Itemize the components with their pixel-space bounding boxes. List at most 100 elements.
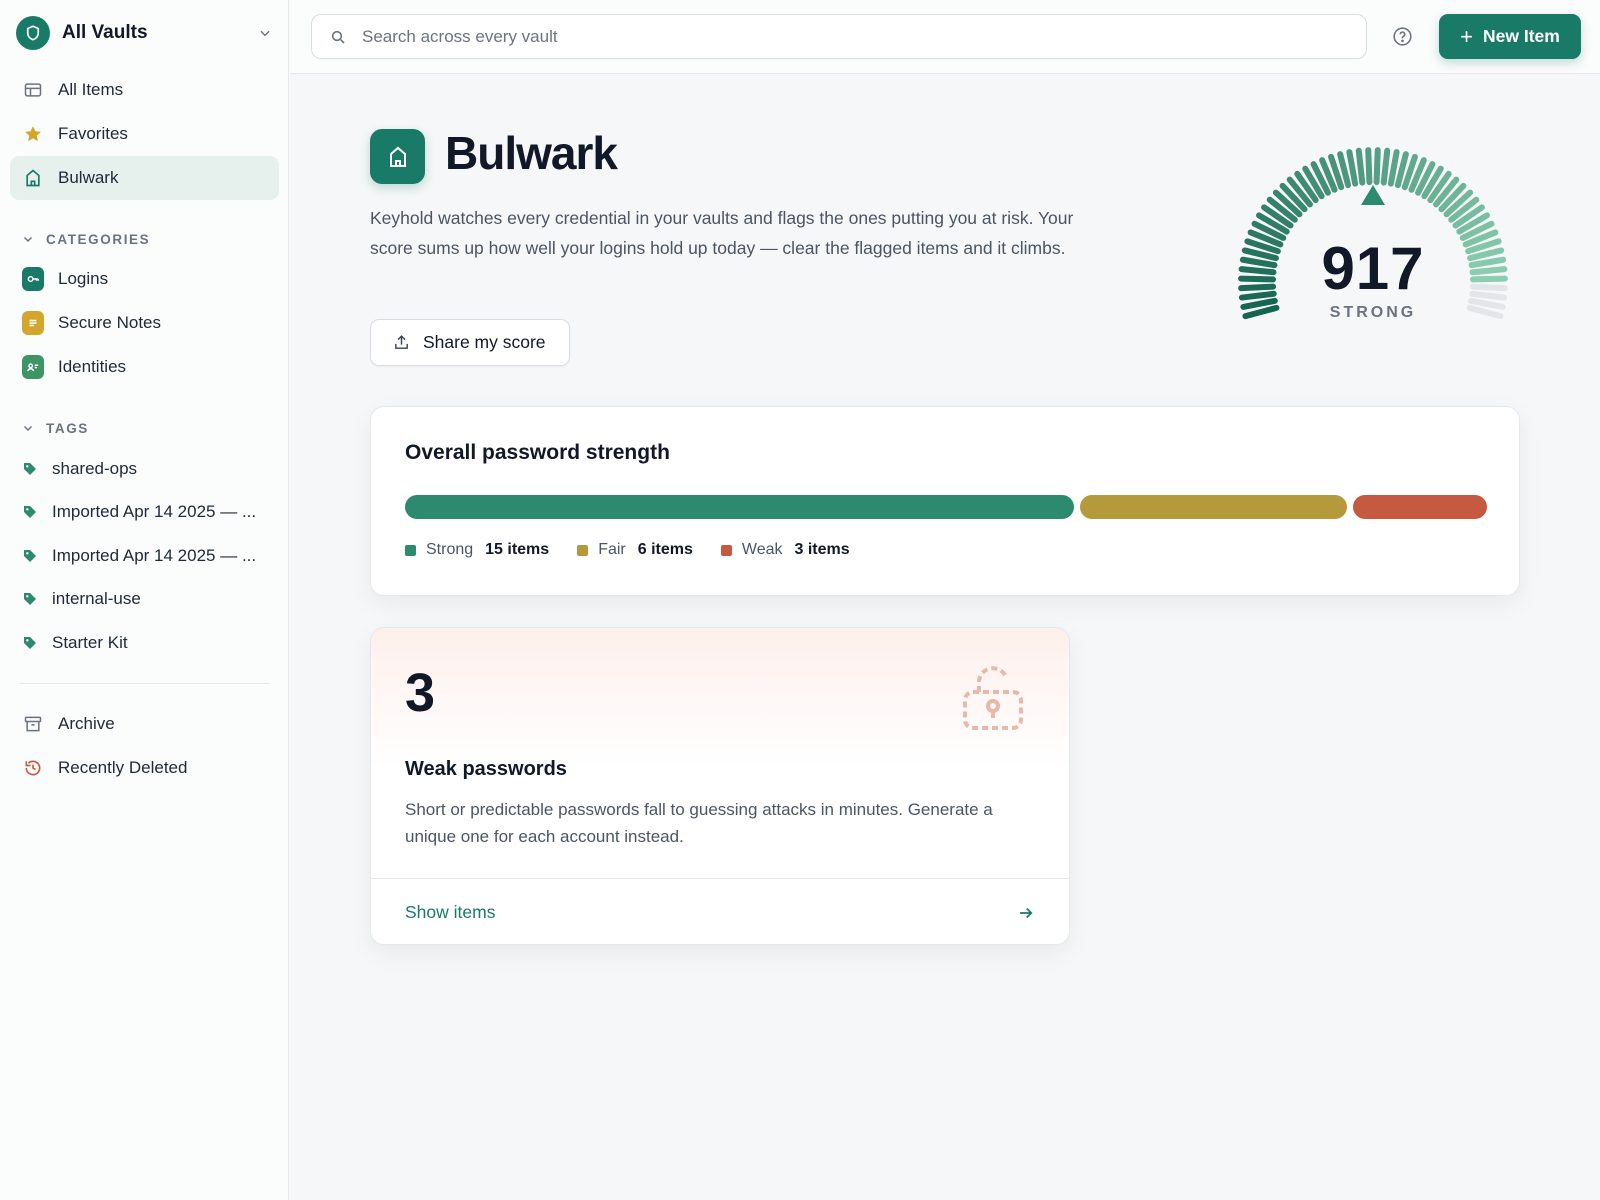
show-items-label: Show items xyxy=(405,902,496,922)
legend-count: 3 items xyxy=(794,541,850,558)
nav-item-label: Bulwark xyxy=(58,168,119,187)
note-icon xyxy=(22,311,44,335)
show-items-link[interactable]: Show items xyxy=(371,878,1069,944)
category-label: Secure Notes xyxy=(58,313,161,332)
legend-name: Weak xyxy=(741,541,783,558)
legend-name: Strong xyxy=(426,541,474,558)
gauge-tick xyxy=(1355,147,1366,186)
strength-segment-weak[interactable] xyxy=(1353,495,1487,519)
top-bar: + New Item xyxy=(290,0,1600,74)
weak-count: 3 xyxy=(405,663,436,723)
legend-swatch xyxy=(405,544,416,556)
nav-item-favorites[interactable]: Favorites xyxy=(10,112,279,156)
nav-item-recently-deleted[interactable]: Recently Deleted xyxy=(10,746,279,790)
vault-switcher[interactable]: All Vaults xyxy=(16,16,274,50)
tags-toggle[interactable]: TAGS xyxy=(22,418,89,438)
tag-icon xyxy=(22,634,40,652)
legend-name: Fair xyxy=(598,541,626,558)
vault-description: Keyhold watches every credential in your… xyxy=(370,208,1074,258)
nav-item-label: Archive xyxy=(58,714,115,733)
tag-label: shared-ops xyxy=(52,458,138,478)
arrow-right-icon xyxy=(1017,903,1037,923)
category-identities[interactable]: Identities xyxy=(10,345,279,389)
legend-swatch xyxy=(720,544,732,556)
gauge-pointer-icon xyxy=(1361,185,1385,205)
category-label: Identities xyxy=(58,357,127,376)
nav-item-archive[interactable]: Archive xyxy=(10,702,279,746)
vault-icon xyxy=(370,129,425,184)
legend-count: 6 items xyxy=(637,541,693,558)
share-icon xyxy=(393,334,411,352)
primary-nav: All Items Favorites Bulwark xyxy=(10,68,279,200)
tag-icon xyxy=(22,547,40,565)
strength-title: Overall password strength xyxy=(405,441,670,464)
bottom-nav: Archive Recently Deleted xyxy=(10,702,279,790)
shield-icon xyxy=(16,16,50,50)
tag-label: Imported Apr 14 2025 — ... xyxy=(52,502,257,522)
category-secure-notes[interactable]: Secure Notes xyxy=(10,301,279,345)
chevron-down-icon xyxy=(256,24,274,42)
legend-weak: Weak 3 items xyxy=(720,541,850,559)
chevron-down-icon xyxy=(22,232,36,246)
gauge-tick xyxy=(1365,147,1373,186)
gauge-tick xyxy=(1380,147,1391,186)
help-icon[interactable] xyxy=(1391,25,1414,48)
search-input[interactable] xyxy=(362,26,1366,47)
sidebar-divider xyxy=(20,683,269,684)
nav-item-bulwark[interactable]: Bulwark xyxy=(10,156,279,200)
tag-label: internal-use xyxy=(52,589,141,609)
password-strength-card: Overall password strength Strong 15 item… xyxy=(370,406,1520,596)
share-score-button[interactable]: Share my score xyxy=(370,319,570,366)
strength-legend: Strong 15 items Fair 6 items Weak 3 item… xyxy=(405,541,878,559)
nav-item-label: Recently Deleted xyxy=(58,758,188,777)
vault-house-icon xyxy=(389,146,406,167)
tag-item[interactable]: internal-use xyxy=(10,578,279,622)
tag-item[interactable]: Imported Apr 14 2025 — ... xyxy=(10,534,279,578)
tag-icon xyxy=(22,460,40,478)
tag-label: Starter Kit xyxy=(52,632,128,652)
nav-item-label: Favorites xyxy=(58,124,128,143)
tag-label: Imported Apr 14 2025 — ... xyxy=(52,545,257,565)
gauge-tick xyxy=(1373,147,1381,186)
weak-title: Weak passwords xyxy=(405,758,567,780)
gauge-tick xyxy=(1387,149,1400,187)
legend-fair: Fair 6 items xyxy=(577,541,693,559)
vault-house-icon xyxy=(22,167,44,189)
tag-item[interactable]: shared-ops xyxy=(10,447,279,491)
category-logins[interactable]: Logins xyxy=(10,257,279,301)
restore-icon xyxy=(22,757,44,779)
search-icon xyxy=(330,28,348,46)
score-value: 917 xyxy=(1321,235,1425,302)
categories-list: Logins Secure Notes Identities xyxy=(10,257,279,389)
legend-strong: Strong 15 items xyxy=(405,541,549,559)
strength-segment-strong[interactable] xyxy=(405,495,1074,519)
sidebar: All Vaults All Items Favorites Bulwark C… xyxy=(0,0,289,1200)
plus-icon: + xyxy=(1460,23,1474,49)
new-item-button[interactable]: + New Item xyxy=(1439,14,1581,59)
search-box[interactable] xyxy=(311,14,1367,59)
gauge-tick xyxy=(1346,149,1359,187)
tags-list: shared-ops Imported Apr 14 2025 — ... Im… xyxy=(10,447,279,665)
new-item-label: New Item xyxy=(1483,26,1560,46)
weak-description: Short or predictable passwords fall to g… xyxy=(405,800,993,846)
tag-item[interactable]: Starter Kit xyxy=(10,621,279,665)
table-icon xyxy=(22,79,44,101)
id-card-icon xyxy=(22,355,44,379)
legend-count: 15 items xyxy=(485,541,550,558)
unlocked-lock-icon xyxy=(963,666,1023,730)
vault-switcher-label: All Vaults xyxy=(62,22,148,43)
categories-label: CATEGORIES xyxy=(46,231,151,247)
legend-swatch xyxy=(577,544,589,556)
score-label: STRONG xyxy=(1329,304,1417,321)
strength-bar xyxy=(405,495,1487,519)
tag-item[interactable]: Imported Apr 14 2025 — ... xyxy=(10,491,279,535)
nav-item-label: All Items xyxy=(58,80,124,99)
categories-toggle[interactable]: CATEGORIES xyxy=(22,229,150,249)
key-icon xyxy=(22,267,44,291)
chevron-down-icon xyxy=(22,421,36,435)
weak-passwords-card: 3 Weak passwords Short or predictable pa… xyxy=(370,627,1070,945)
strength-segment-fair[interactable] xyxy=(1079,495,1348,519)
tags-label: TAGS xyxy=(46,420,89,436)
tag-icon xyxy=(22,590,40,608)
nav-item-all-items[interactable]: All Items xyxy=(10,68,279,112)
